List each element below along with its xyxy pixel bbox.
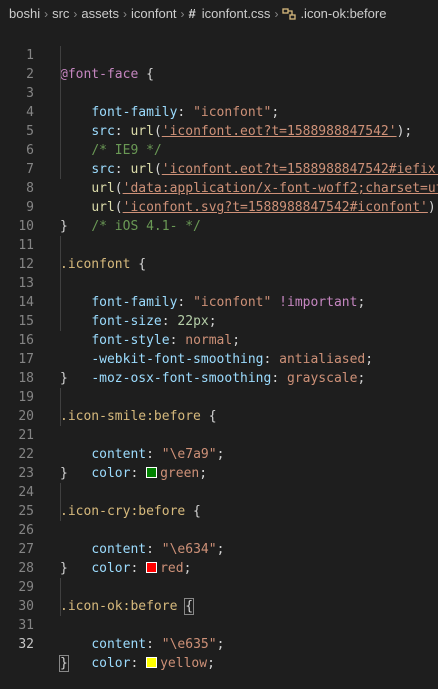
code-line: 21 color: green; (0, 407, 438, 481)
breadcrumb-item-assets[interactable]: assets (81, 6, 119, 21)
code-line: 16 -moz-osx-font-smoothing: grayscale; (0, 312, 438, 386)
code-line: 17 } (0, 331, 438, 386)
css-property: color (91, 656, 131, 671)
semicolon: ; (207, 656, 215, 671)
breadcrumb-item-src[interactable]: src (52, 6, 69, 21)
code-line: 24 .icon-cry:before { (0, 464, 438, 519)
indent-guide (60, 388, 61, 407)
indent-guide (60, 46, 61, 65)
css-value: yellow (160, 656, 208, 671)
code-line: 11 .iconfont { (0, 217, 438, 272)
breadcrumb-item-iconfont[interactable]: iconfont (131, 6, 177, 21)
chevron-right-icon: › (274, 6, 279, 21)
code-line: 25 content: "\e634"; (0, 483, 438, 557)
code-line: 12 font-family: "iconfont" !important; (0, 236, 438, 310)
code-line: 26 color: red; (0, 502, 438, 576)
css-file-icon: # (188, 6, 196, 21)
code-line: 3 src: url('iconfont.eot?t=1588988847542… (0, 65, 438, 139)
code-line-active: 32 } (0, 616, 438, 672)
code-line: 2 font-family: "iconfont"; (0, 46, 438, 120)
chevron-right-icon: › (73, 6, 78, 21)
indent-guide (60, 160, 61, 179)
code-line: 27 } (0, 521, 438, 576)
symbol-class-icon (282, 7, 297, 20)
code-line: 8 /* iOS 4.1- */ (0, 160, 438, 234)
colon: : (130, 656, 147, 671)
indent-guide (60, 407, 61, 426)
indent-guide (60, 255, 61, 274)
code-line: 9 } (0, 179, 438, 234)
indent-guide (60, 293, 61, 312)
indent-guide (60, 84, 61, 103)
matched-bracket: } (59, 655, 69, 672)
indent-guide (60, 122, 61, 141)
chevron-right-icon: › (123, 6, 127, 21)
breadcrumb-item-file[interactable]: iconfont.css (202, 6, 271, 21)
code-line: 23 (0, 445, 438, 481)
indent-guide (60, 274, 61, 293)
code-line: 4 /* IE9 */ (0, 84, 438, 158)
code-line: 22 } (0, 426, 438, 481)
code-line: 18 (0, 350, 438, 386)
chevron-right-icon: › (180, 6, 185, 21)
indent-guide (60, 597, 61, 616)
code-line: 13 font-size: 22px; (0, 255, 438, 329)
color-swatch[interactable] (146, 657, 158, 668)
code-line: 28 (0, 540, 438, 576)
breadcrumb: boshi › src › assets › iconfont › # icon… (0, 0, 438, 27)
breadcrumb-item-symbol[interactable]: .icon-ok:before (300, 6, 386, 21)
code-line: 7 url('iconfont.svg?t=1588988847542#icon… (0, 141, 438, 215)
indent-guide (60, 103, 61, 122)
indent-guide (60, 502, 61, 521)
code-line: 20 content: "\e7a9"; (0, 388, 438, 462)
code-line: 19 .icon-smile:before { (0, 369, 438, 424)
code-line: 6 url('data:application/x-font-woff2;cha… (0, 122, 438, 196)
line-number: 32 (18, 637, 34, 652)
chevron-right-icon: › (44, 6, 49, 21)
indent-guide (60, 141, 61, 160)
semicolon: ; (216, 637, 225, 652)
code-line: 14 font-style: normal; (0, 274, 438, 348)
breadcrumb-item-boshi[interactable]: boshi (9, 6, 40, 21)
code-line: 30 content: "\e635"; (0, 578, 438, 652)
code-line: 29 .icon-ok:before { (0, 559, 438, 615)
code-line: 31 color: yellow; (0, 597, 438, 671)
css-property: content (91, 637, 147, 652)
indent-guide (60, 312, 61, 331)
code-editor[interactable]: 1 @font-face { 2 font-family: "iconfont"… (0, 27, 438, 689)
css-value: "\e635" (161, 637, 217, 652)
indent-guide (60, 65, 61, 84)
indent-guide (60, 578, 61, 597)
code-line: 1 @font-face { (0, 27, 438, 82)
code-line: 15 -webkit-font-smoothing: antialiased; (0, 293, 438, 367)
colon: : (146, 637, 162, 652)
code-line: 5 src: url('iconfont.eot?t=1588988847542… (0, 103, 438, 177)
indent-guide (60, 236, 61, 255)
code-line: 10 (0, 198, 438, 234)
indent-guide (60, 483, 61, 502)
